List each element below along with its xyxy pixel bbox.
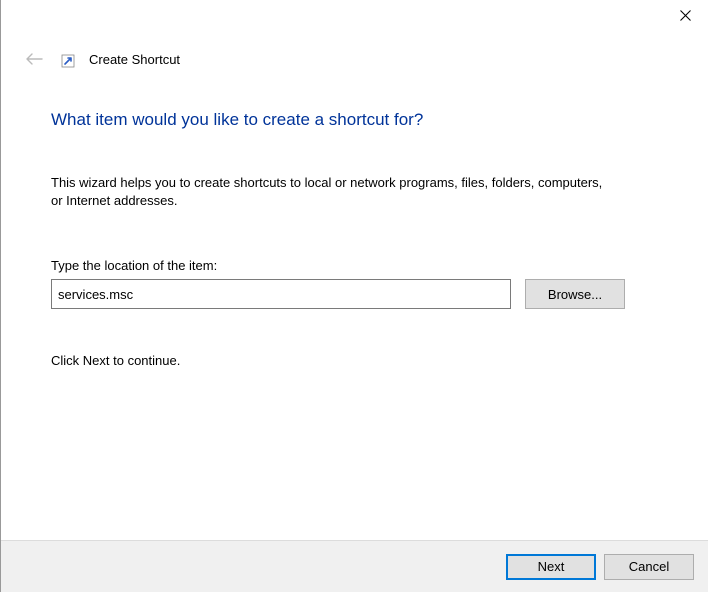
content-area: What item would you like to create a sho… — [51, 110, 648, 368]
browse-button[interactable]: Browse... — [525, 279, 625, 309]
description-text: This wizard helps you to create shortcut… — [51, 174, 611, 210]
next-button[interactable]: Next — [506, 554, 596, 580]
input-label: Type the location of the item: — [51, 258, 648, 273]
header-row: Create Shortcut — [25, 50, 180, 68]
continue-text: Click Next to continue. — [51, 353, 648, 368]
close-icon — [680, 10, 691, 21]
input-row: Browse... — [51, 279, 648, 309]
wizard-name: Create Shortcut — [89, 52, 180, 67]
cancel-button[interactable]: Cancel — [604, 554, 694, 580]
shortcut-icon — [61, 54, 75, 68]
page-heading: What item would you like to create a sho… — [51, 110, 648, 130]
back-arrow-icon — [25, 52, 43, 66]
titlebar — [662, 0, 708, 40]
location-input[interactable] — [51, 279, 511, 309]
close-button[interactable] — [662, 0, 708, 30]
footer: Next Cancel — [1, 540, 708, 592]
